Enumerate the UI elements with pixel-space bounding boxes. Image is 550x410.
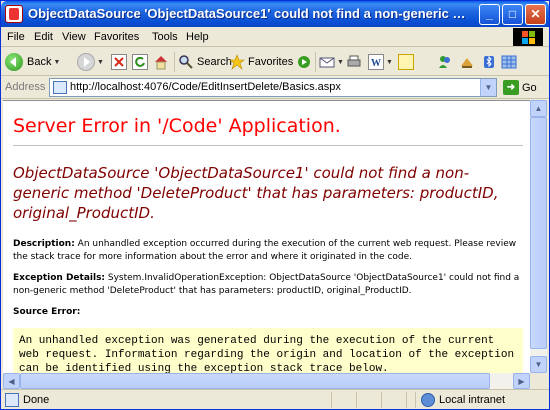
research-icon xyxy=(459,54,475,70)
edit-icon: W xyxy=(368,54,384,70)
favorites-label: Favorites xyxy=(248,56,294,68)
favorites-button[interactable]: Favorites xyxy=(229,52,293,72)
browser-window: ObjectDataSource 'ObjectDataSource1' cou… xyxy=(0,0,550,410)
status-text: Done xyxy=(23,394,50,406)
go-arrow-icon: ➜ xyxy=(503,80,519,95)
status-pane xyxy=(415,392,416,408)
menu-edit[interactable]: Edit xyxy=(34,31,53,43)
close-button[interactable]: ✕ xyxy=(525,4,546,25)
exception-label: Exception Details: xyxy=(13,273,106,283)
title-bar[interactable]: ObjectDataSource 'ObjectDataSource1' cou… xyxy=(1,1,549,27)
maximize-button[interactable]: □ xyxy=(502,4,523,25)
print-icon xyxy=(346,54,362,70)
refresh-button[interactable] xyxy=(132,52,148,72)
window-title: ObjectDataSource 'ObjectDataSource1' cou… xyxy=(28,6,468,21)
address-input[interactable]: http://localhost:4076/Code/EditInsertDel… xyxy=(49,78,497,97)
description-paragraph: Description: An unhandled exception occu… xyxy=(13,238,523,264)
edit-dropdown-icon: ▼ xyxy=(386,58,393,66)
search-label: Search xyxy=(197,56,232,68)
print-button[interactable] xyxy=(346,52,362,72)
exception-paragraph: Exception Details: System.InvalidOperati… xyxy=(13,272,523,298)
forward-button[interactable]: ▼ xyxy=(77,52,104,72)
menu-file[interactable]: File xyxy=(7,31,25,43)
scroll-down-icon[interactable]: ▼ xyxy=(530,356,547,373)
description-text: An unhandled exception occurred during t… xyxy=(13,239,517,262)
grid-icon xyxy=(501,54,517,70)
discuss-button[interactable] xyxy=(398,52,414,72)
media-icon xyxy=(296,54,312,70)
stop-button[interactable] xyxy=(111,52,127,72)
scrollbar-corner xyxy=(530,373,547,389)
search-icon xyxy=(178,54,194,70)
menu-tools[interactable]: Tools xyxy=(152,31,178,43)
error-title: ObjectDataSource 'ObjectDataSource1' cou… xyxy=(13,164,499,222)
source-error-label: Source Error: xyxy=(13,307,81,317)
scroll-left-icon[interactable]: ◀ xyxy=(3,373,20,389)
back-label: Back xyxy=(27,56,52,68)
mail-icon xyxy=(319,54,335,70)
media-button[interactable] xyxy=(296,52,312,72)
ie-page-icon xyxy=(5,5,23,23)
heading-rule xyxy=(13,145,523,146)
menu-help[interactable]: Help xyxy=(186,31,209,43)
vertical-scrollbar[interactable]: ▲ ▼ xyxy=(530,100,547,373)
messenger-icon xyxy=(437,54,453,70)
mail-button[interactable]: ▼ xyxy=(319,52,344,72)
forward-dropdown-icon: ▼ xyxy=(97,58,104,66)
scroll-right-icon[interactable]: ▶ xyxy=(513,373,530,389)
intranet-zone-icon xyxy=(421,393,435,407)
home-icon xyxy=(153,54,169,70)
vertical-scroll-thumb[interactable] xyxy=(530,117,547,349)
menu-bar: File Edit View Favorites Tools Help xyxy=(1,27,549,47)
horizontal-scroll-thumb[interactable] xyxy=(20,373,490,389)
windows-logo-icon xyxy=(513,28,543,46)
research-button[interactable] xyxy=(459,52,475,72)
refresh-icon xyxy=(132,54,148,70)
bluetooth-button[interactable] xyxy=(481,52,497,72)
horizontal-scrollbar[interactable]: ◀ ▶ xyxy=(3,373,530,389)
search-button[interactable]: Search xyxy=(178,52,232,72)
messenger-button[interactable] xyxy=(437,52,453,72)
go-button[interactable]: ➜ Go xyxy=(503,80,537,95)
discuss-icon xyxy=(398,54,414,70)
minimize-button[interactable]: _ xyxy=(479,4,500,25)
address-dropdown-icon[interactable]: ▼ xyxy=(480,79,496,96)
status-page-icon xyxy=(5,393,19,407)
status-pane xyxy=(331,392,332,408)
menu-favorites[interactable]: Favorites xyxy=(94,31,139,43)
source-error-text: An unhandled exception was generated dur… xyxy=(19,335,515,375)
address-url[interactable]: http://localhost:4076/Code/EditInsertDel… xyxy=(70,81,341,93)
status-pane xyxy=(381,392,382,408)
svg-text:W: W xyxy=(371,58,381,69)
back-button[interactable]: Back ▼ xyxy=(5,52,60,72)
page-content: Server Error in '/Code' Application. Obj… xyxy=(3,100,530,389)
home-button[interactable] xyxy=(153,52,169,72)
description-label: Description: xyxy=(13,239,75,249)
menu-view[interactable]: View xyxy=(62,31,86,43)
security-zone: Local intranet xyxy=(439,394,506,406)
page-heading: Server Error in '/Code' Application. xyxy=(13,115,341,137)
forward-icon xyxy=(77,53,95,71)
stop-icon xyxy=(111,54,127,70)
mail-dropdown-icon: ▼ xyxy=(337,58,344,66)
favorites-icon xyxy=(229,54,245,70)
address-label: Address xyxy=(5,81,46,93)
go-label: Go xyxy=(522,81,537,94)
extra-toolbar-button[interactable] xyxy=(501,52,517,72)
scroll-up-icon[interactable]: ▲ xyxy=(530,100,547,117)
bluetooth-icon xyxy=(481,54,497,70)
status-pane xyxy=(406,392,407,408)
back-icon xyxy=(5,53,23,71)
page-icon xyxy=(53,81,67,94)
address-bar: Address http://localhost:4076/Code/EditI… xyxy=(1,77,549,99)
status-bar: Done Local intranet xyxy=(1,389,549,409)
back-dropdown-icon: ▼ xyxy=(53,58,61,66)
edit-button[interactable]: W ▼ xyxy=(368,52,393,72)
toolbar: Back ▼ ▼ Search Favorites ▼ W ▼ xyxy=(1,48,549,76)
toolbar-separator xyxy=(315,52,316,72)
toolbar-separator xyxy=(174,52,175,72)
status-pane xyxy=(356,392,357,408)
